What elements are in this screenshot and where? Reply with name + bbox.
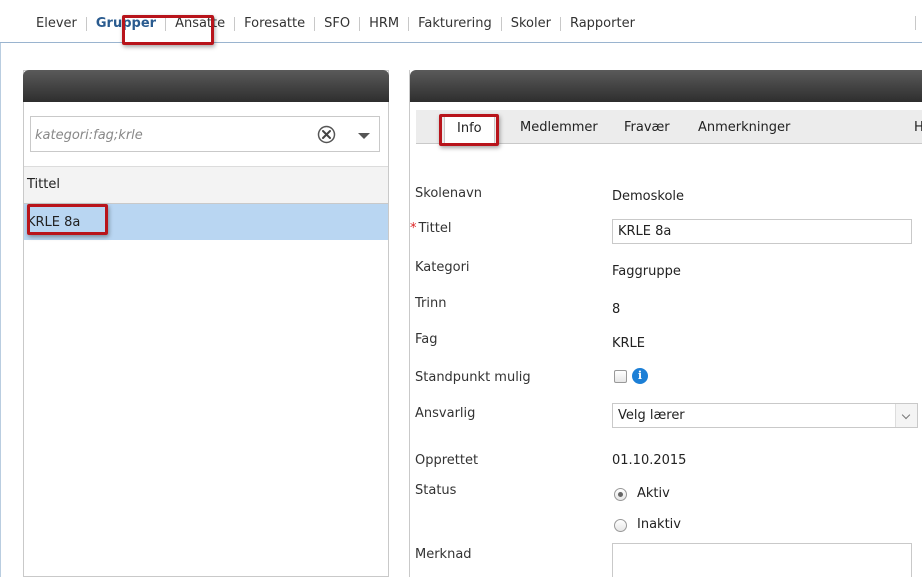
- tab-medlemmer[interactable]: Medlemmer: [520, 120, 598, 135]
- dropdown-arrow-icon[interactable]: [358, 133, 370, 139]
- nav-separator: [234, 16, 236, 31]
- nav-separator: [85, 16, 87, 31]
- opprettet-value: 01.10.2015: [612, 453, 687, 468]
- nav-item-hrm[interactable]: HRM: [369, 16, 399, 31]
- nav-item-rapporter[interactable]: Rapporter: [570, 16, 635, 31]
- nav-separator: [359, 16, 361, 31]
- tab-fravaer[interactable]: Fravær: [624, 120, 670, 135]
- fag-value: KRLE: [612, 336, 646, 351]
- highlight-info-tab: [439, 114, 499, 146]
- tittel-input[interactable]: [612, 219, 912, 244]
- kategori-label: Kategori: [415, 260, 470, 275]
- tittel-label: * Tittel: [410, 221, 451, 236]
- trinn-label: Trinn: [415, 296, 447, 311]
- status-radio-inaktiv[interactable]: [614, 519, 627, 532]
- merknad-label: Merknad: [415, 547, 472, 562]
- standpunkt-label: Standpunkt mulig: [415, 370, 531, 385]
- column-header-title: Tittel: [27, 177, 60, 192]
- nav-separator: [314, 16, 316, 31]
- search-input[interactable]: [35, 125, 285, 145]
- ansvarlig-label: Ansvarlig: [415, 406, 476, 421]
- panel-header: [410, 70, 922, 102]
- chevron-down-icon[interactable]: [895, 404, 917, 427]
- nav-separator: [500, 16, 502, 31]
- tab-anmerkninger[interactable]: Anmerkninger: [698, 120, 790, 135]
- merknad-input[interactable]: [612, 543, 912, 577]
- status-radio-aktiv[interactable]: [614, 488, 627, 501]
- panel-header: [23, 70, 389, 102]
- search-box: [30, 116, 380, 152]
- status-label: Status: [415, 483, 457, 498]
- kategori-value: Faggruppe: [612, 264, 681, 279]
- nav-item-elever[interactable]: Elever: [36, 16, 77, 31]
- nav-item-skoler[interactable]: Skoler: [511, 16, 551, 31]
- opprettet-label: Opprettet: [415, 453, 479, 468]
- required-marker: *: [410, 221, 417, 236]
- nav-item-foresatte[interactable]: Foresatte: [244, 16, 305, 31]
- info-icon[interactable]: i: [632, 368, 648, 384]
- fag-label: Fag: [415, 332, 438, 347]
- status-radio-aktiv-label[interactable]: Aktiv: [637, 486, 670, 501]
- skolenavn-label: Skolenavn: [415, 186, 483, 201]
- highlight-krle-8a: [27, 204, 108, 235]
- ansvarlig-selected-value: Velg lærer: [618, 408, 685, 423]
- ansvarlig-select[interactable]: Velg lærer: [612, 403, 918, 428]
- nav-separator: [408, 16, 410, 31]
- column-header[interactable]: Tittel: [24, 166, 388, 204]
- nav-item-sfo[interactable]: SFO: [324, 16, 350, 31]
- group-detail-panel: Info Medlemmer Fravær Anmerkninger H Sko…: [409, 70, 922, 577]
- status-radio-inaktiv-label[interactable]: Inaktiv: [637, 517, 681, 532]
- nav-separator: [559, 16, 561, 31]
- clear-search-icon[interactable]: [317, 125, 336, 144]
- group-list-panel: Tittel KRLE 8a: [23, 70, 389, 577]
- highlight-grupper: [122, 15, 214, 45]
- nav-item-fakturering[interactable]: Fakturering: [418, 16, 492, 31]
- tittel-label-text: Tittel: [418, 221, 452, 236]
- trinn-value: 8: [612, 302, 621, 317]
- skolenavn-value: Demoskole: [612, 189, 685, 204]
- nav-separator: [915, 16, 916, 30]
- tab-more[interactable]: H: [914, 120, 922, 135]
- standpunkt-checkbox[interactable]: [614, 370, 627, 383]
